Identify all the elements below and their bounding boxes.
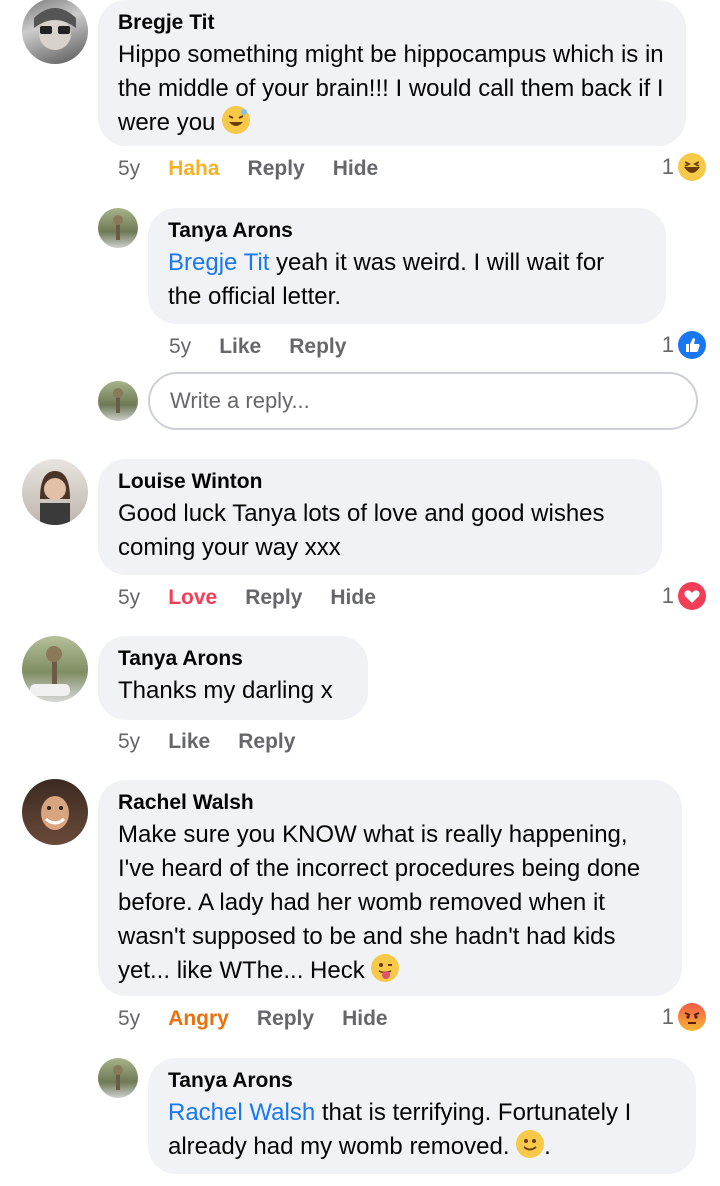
comment-timestamp[interactable]: 5y — [118, 730, 140, 754]
avatar-image — [30, 646, 70, 696]
avatar-louise-winton[interactable] — [22, 459, 88, 525]
like-icon — [678, 331, 706, 359]
comment-bubble: Tanya Arons Rachel Walsh that is terrify… — [148, 1058, 696, 1174]
comment-author[interactable]: Tanya Arons — [168, 218, 644, 244]
avatar-image — [40, 471, 70, 525]
comment-author[interactable]: Tanya Arons — [168, 1068, 674, 1094]
reply-button[interactable]: Reply — [238, 730, 295, 754]
comment-author[interactable]: Bregje Tit — [118, 10, 664, 36]
comment-timestamp[interactable]: 5y — [169, 335, 191, 359]
haha-emoji-icon — [678, 153, 706, 181]
like-button[interactable]: Like — [219, 335, 261, 359]
reaction-count[interactable]: 1 — [662, 1003, 706, 1031]
avatar-rachel-walsh[interactable] — [22, 779, 88, 845]
avatar-image — [113, 388, 123, 413]
reaction-button[interactable]: Haha — [168, 157, 219, 181]
comment-timestamp[interactable]: 5y — [118, 586, 140, 610]
comment-author[interactable]: Louise Winton — [118, 469, 640, 495]
reply-button[interactable]: Reply — [257, 1007, 314, 1031]
mention-link[interactable]: Bregje Tit — [168, 249, 269, 276]
hide-button[interactable]: Hide — [333, 157, 379, 181]
comment-bubble: Tanya Arons Bregje Tit yeah it was weird… — [148, 208, 666, 324]
reply-placeholder: Write a reply... — [170, 388, 310, 413]
comment-actions: 5y Like Reply — [169, 335, 346, 359]
comment-actions: 5y Haha Reply Hide — [118, 157, 378, 181]
reaction-count[interactable]: 1 — [662, 582, 706, 610]
avatar-tanya-arons[interactable] — [98, 1058, 138, 1098]
comment-bubble: Louise Winton Good luck Tanya lots of lo… — [98, 459, 662, 575]
comment-text: Good luck Tanya lots of love and good wi… — [118, 500, 605, 561]
reply-button[interactable]: Reply — [245, 586, 302, 610]
reaction-count[interactable]: 1 — [662, 331, 706, 359]
tongue-out-emoji-icon — [371, 954, 400, 982]
angry-emoji-icon — [678, 1003, 706, 1031]
comment-actions: 5y Love Reply Hide — [118, 586, 376, 610]
love-icon — [678, 582, 706, 610]
comment-author[interactable]: Tanya Arons — [118, 646, 346, 672]
reaction-count[interactable]: 1 — [662, 153, 706, 181]
mention-link[interactable]: Rachel Walsh — [168, 1099, 315, 1126]
comment-bubble: Bregje Tit Hippo something might be hipp… — [98, 0, 686, 146]
avatar-bregje-tit[interactable] — [22, 0, 88, 64]
reaction-button[interactable]: Angry — [168, 1007, 229, 1031]
comment-bubble: Tanya Arons Thanks my darling x — [98, 636, 368, 720]
slight-smile-emoji-icon — [516, 1130, 545, 1158]
avatar-image — [41, 796, 69, 830]
comment-bubble: Rachel Walsh Make sure you KNOW what is … — [98, 780, 682, 996]
avatar-tanya-arons[interactable] — [98, 208, 138, 248]
comment-timestamp[interactable]: 5y — [118, 1007, 140, 1031]
avatar-current-user — [98, 381, 138, 421]
hide-button[interactable]: Hide — [342, 1007, 388, 1031]
reply-button[interactable]: Reply — [289, 335, 346, 359]
comment-actions: 5y Like Reply — [118, 730, 295, 754]
comment-text: Rachel Walsh that is terrifying. Fortuna… — [168, 1099, 632, 1160]
comment-text: Make sure you KNOW what is really happen… — [118, 821, 641, 984]
comment-author[interactable]: Rachel Walsh — [118, 790, 660, 816]
comment-actions: 5y Angry Reply Hide — [118, 1007, 388, 1031]
avatar-image — [113, 215, 123, 240]
comment-text: Bregje Tit yeah it was weird. I will wai… — [168, 249, 605, 310]
grin-sweat-emoji-icon — [222, 106, 251, 134]
reply-button[interactable]: Reply — [248, 157, 305, 181]
write-reply-input[interactable]: Write a reply... — [148, 372, 698, 430]
like-button[interactable]: Like — [168, 730, 210, 754]
avatar-image — [113, 1065, 123, 1090]
comment-text: Hippo something might be hippocampus whi… — [118, 41, 664, 136]
hide-button[interactable]: Hide — [330, 586, 376, 610]
avatar-image — [34, 8, 76, 50]
avatar-tanya-arons[interactable] — [22, 636, 88, 702]
reaction-button[interactable]: Love — [168, 586, 217, 610]
comment-text: Thanks my darling x — [118, 677, 333, 704]
comment-timestamp[interactable]: 5y — [118, 157, 140, 181]
